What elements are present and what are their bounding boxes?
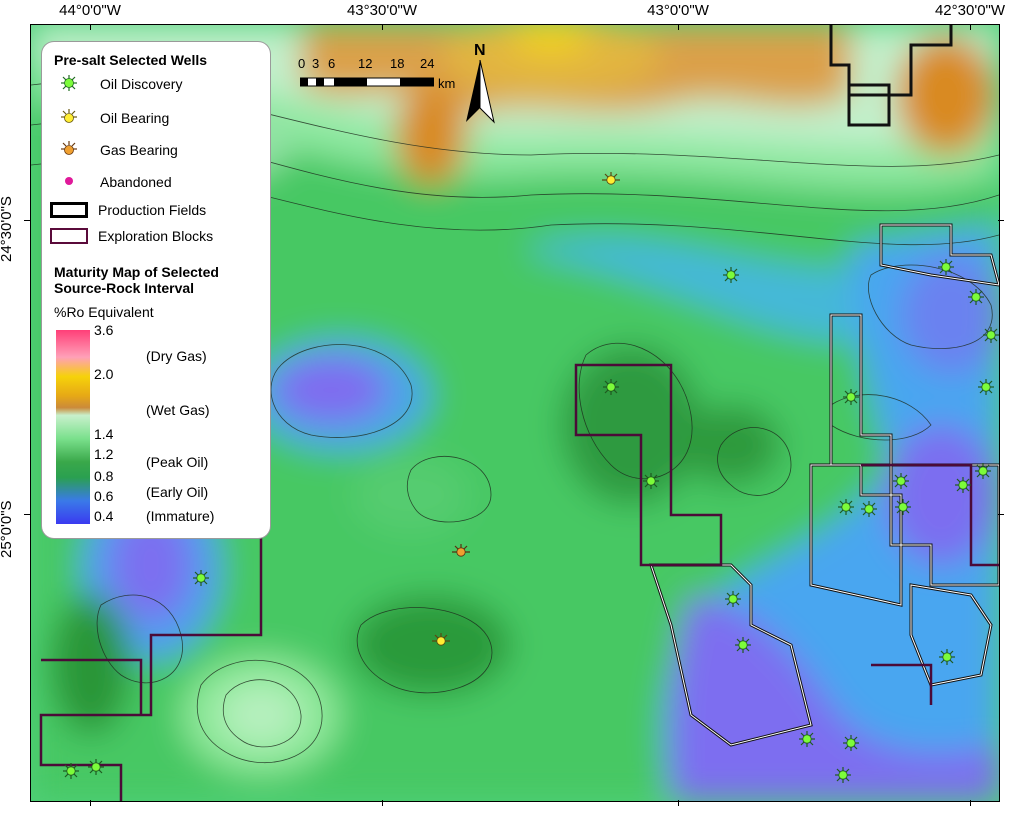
oil-discovery-well[interactable]	[939, 649, 955, 665]
class-peak-oil: (Peak Oil)	[146, 454, 209, 470]
tick	[24, 220, 30, 221]
tick	[970, 24, 971, 30]
oil-discovery-icon	[61, 75, 77, 91]
ramp-label: 0.6	[94, 488, 114, 504]
scale-tick-label: 6	[328, 56, 336, 71]
oil-discovery-well[interactable]	[968, 289, 984, 305]
tick	[90, 24, 91, 30]
lat-label-24-30: 24°30'0"S	[0, 196, 15, 262]
class-early-oil: (Early Oil)	[146, 484, 209, 500]
legend-production-fields: Production Fields	[98, 202, 207, 218]
scale-bar-graphic	[300, 77, 434, 87]
legend-gas-bearing: Gas Bearing	[100, 142, 178, 158]
class-wet-gas: (Wet Gas)	[146, 402, 210, 418]
oil-discovery-well[interactable]	[975, 463, 991, 479]
lon-label-43-30: 43°30'0"W	[346, 2, 418, 19]
scale-tick-label: 3	[312, 56, 320, 71]
oil-discovery-well[interactable]	[893, 473, 909, 489]
tick	[24, 514, 30, 515]
oil-discovery-well[interactable]	[955, 477, 971, 493]
oil-discovery-well[interactable]	[193, 570, 209, 586]
lon-label-43-0: 43°0'0"W	[647, 2, 709, 19]
tick	[90, 800, 91, 806]
oil-discovery-well[interactable]	[861, 501, 877, 517]
oil-discovery-well[interactable]	[938, 259, 954, 275]
scale-tick-label: 24	[420, 56, 435, 71]
maturity-unit: %Ro Equivalent	[54, 304, 154, 320]
ramp-label: 2.0	[94, 366, 114, 382]
ramp-label: 0.4	[94, 508, 114, 524]
scale-tick-label: 18	[390, 56, 405, 71]
maturity-title-line2: Source-Rock Interval	[54, 280, 195, 296]
legend-oil-bearing: Oil Bearing	[100, 110, 170, 126]
tick	[678, 24, 679, 30]
class-immature: (Immature)	[146, 508, 215, 524]
oil-discovery-well[interactable]	[978, 379, 994, 395]
oil-discovery-well[interactable]	[983, 327, 999, 343]
oil-discovery-well[interactable]	[895, 499, 911, 515]
legend-exploration-blocks: Exploration Blocks	[98, 228, 214, 244]
tick	[970, 800, 971, 806]
production-fields-swatch	[50, 202, 88, 218]
north-label: N	[474, 42, 486, 59]
tick	[678, 800, 679, 806]
oil-discovery-well[interactable]	[835, 767, 851, 783]
tick	[998, 220, 1004, 221]
gas-bearing-icon	[61, 141, 77, 155]
maturity-title-line1: Maturity Map of Selected	[54, 264, 219, 280]
tick	[382, 24, 383, 30]
legend-panel: Pre-salt Selected Wells Oil Discovery Oi…	[42, 42, 270, 538]
oil-discovery-well[interactable]	[735, 637, 751, 653]
legend-abandoned: Abandoned	[100, 174, 172, 190]
lon-label-42-30: 42°30'0"W	[934, 2, 1006, 19]
class-dry-gas: (Dry Gas)	[146, 348, 207, 364]
legend-oil-discovery: Oil Discovery	[100, 76, 183, 92]
ramp-label: 1.2	[94, 446, 114, 462]
oil-discovery-well[interactable]	[838, 499, 854, 515]
legend-wells-title: Pre-salt Selected Wells	[54, 52, 208, 68]
lon-label-44-0: 44°0'0"W	[59, 2, 121, 19]
ramp-label: 0.8	[94, 468, 114, 484]
oil-discovery-well[interactable]	[603, 379, 619, 395]
tick	[382, 800, 383, 806]
north-arrow-icon	[466, 60, 495, 124]
exploration-blocks-swatch	[50, 228, 88, 244]
oil-discovery-well[interactable]	[643, 473, 659, 489]
abandoned-icon	[65, 177, 73, 185]
lat-label-25-0: 25°0'0"S	[0, 500, 15, 558]
oil-discovery-well[interactable]	[723, 267, 739, 283]
scale-tick-label: 0	[298, 56, 306, 71]
oil-discovery-well[interactable]	[63, 763, 79, 779]
ramp-label: 1.4	[94, 426, 114, 442]
oil-discovery-well[interactable]	[843, 735, 859, 751]
oil-discovery-well[interactable]	[843, 389, 859, 405]
oil-discovery-well[interactable]	[88, 759, 104, 775]
tick	[998, 514, 1004, 515]
oil-discovery-well[interactable]	[725, 591, 741, 607]
oil-discovery-well[interactable]	[799, 731, 815, 747]
scale-tick-label: 12	[358, 56, 373, 71]
scale-unit: km	[438, 76, 456, 91]
ramp-label: 3.6	[94, 322, 114, 338]
oil-bearing-icon	[61, 109, 77, 123]
maturity-color-ramp	[56, 330, 90, 524]
